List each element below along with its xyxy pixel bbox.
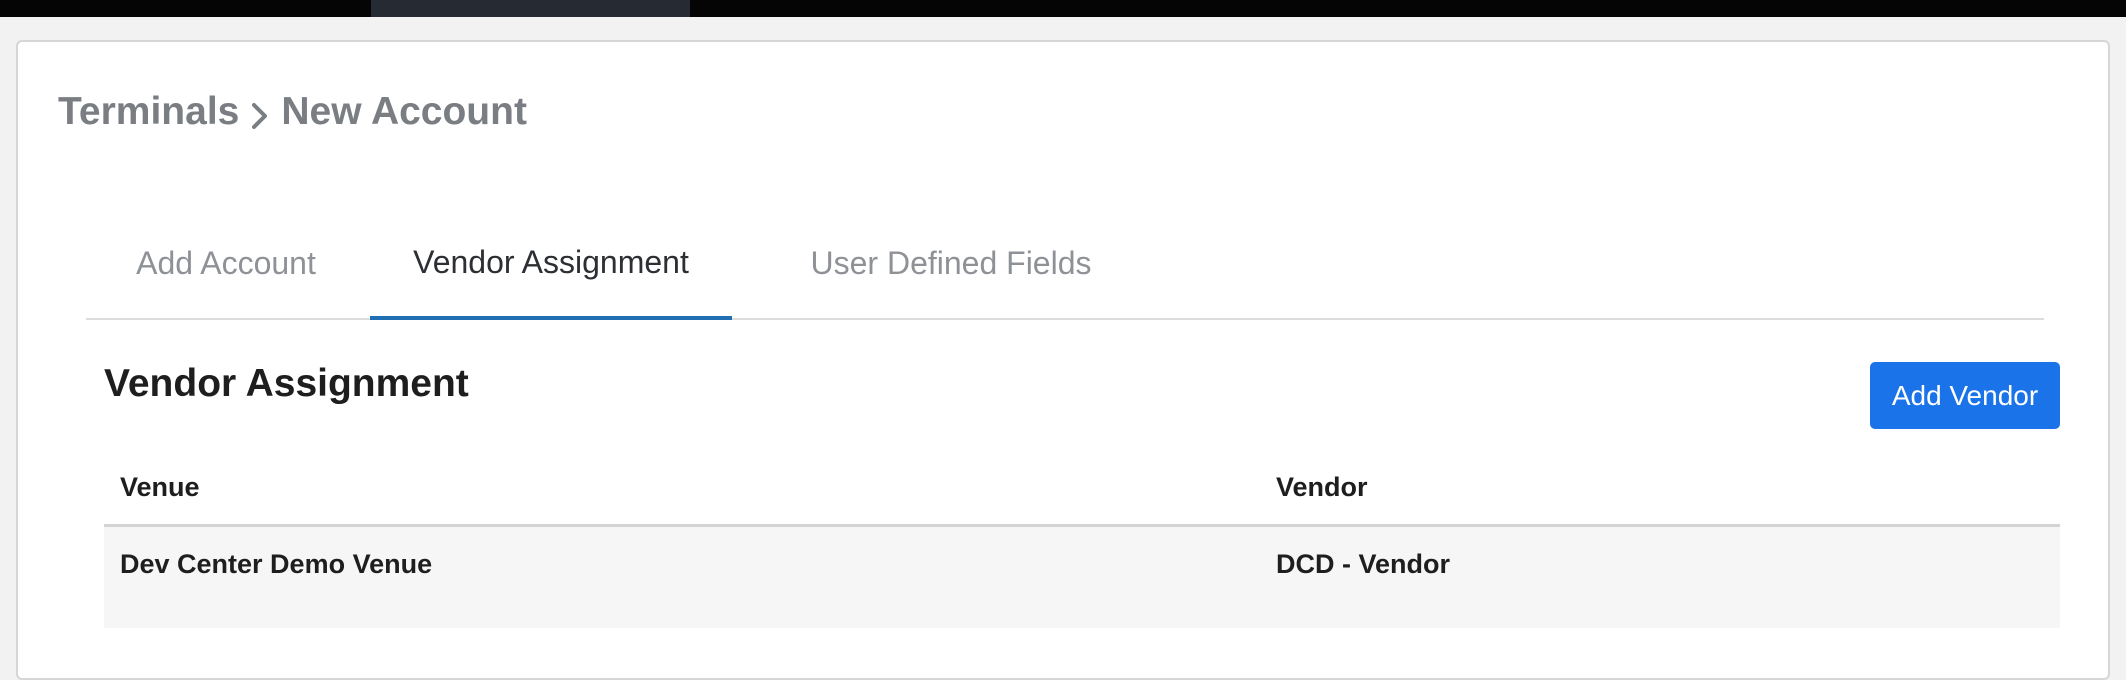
vendor-table: Venue Vendor Dev Center Demo Venue DCD -…	[104, 462, 2060, 628]
chevron-right-icon	[249, 97, 271, 129]
section-title: Vendor Assignment	[104, 362, 469, 405]
column-header-venue[interactable]: Venue	[120, 472, 200, 503]
cell-vendor: DCD - Vendor	[1276, 549, 1451, 579]
tab-bar: Add Account Vendor Assignment User Defin…	[86, 208, 2044, 320]
tab-add-account[interactable]: Add Account	[126, 208, 326, 318]
content-card: Terminals New Account Add Account Vendor…	[16, 40, 2110, 680]
breadcrumb-parent[interactable]: Terminals	[58, 90, 239, 134]
top-bar	[0, 0, 2126, 17]
cell-venue: Dev Center Demo Venue	[120, 549, 433, 579]
breadcrumb: Terminals New Account	[58, 90, 527, 134]
tab-user-defined-fields[interactable]: User Defined Fields	[776, 208, 1126, 318]
column-header-vendor[interactable]: Vendor	[1276, 472, 1368, 503]
tab-vendor-assignment[interactable]: Vendor Assignment	[370, 208, 732, 320]
breadcrumb-current: New Account	[281, 90, 527, 133]
top-bar-active-tab[interactable]	[371, 0, 690, 17]
table-header: Venue Vendor	[104, 462, 2060, 527]
add-vendor-button[interactable]: Add Vendor	[1870, 362, 2060, 429]
table-row[interactable]: Dev Center Demo Venue DCD - Vendor	[104, 527, 2060, 628]
